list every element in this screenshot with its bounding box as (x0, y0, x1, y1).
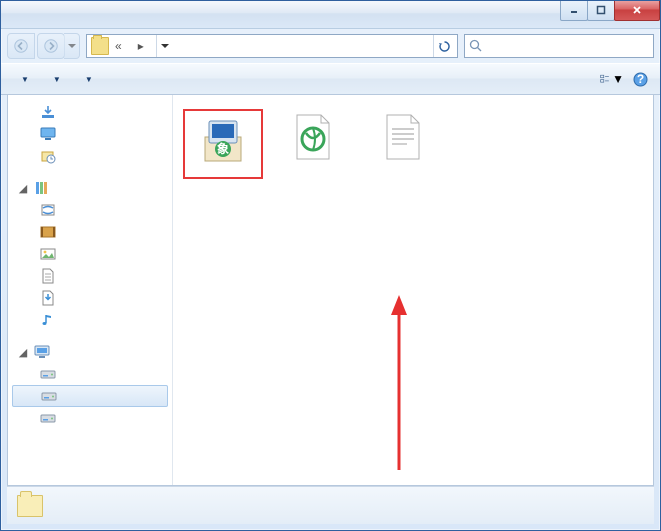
exe-icon: 象 (199, 117, 247, 165)
tree-downloads[interactable] (8, 101, 172, 123)
tree-disk-c[interactable] (8, 363, 172, 385)
tree-recent[interactable] (8, 145, 172, 167)
chevron-right-icon: ▸ (134, 39, 148, 53)
address-bar: « ▸ (1, 29, 660, 63)
share-menu[interactable]: ▼ (73, 72, 101, 87)
tree-documents[interactable] (8, 265, 172, 287)
file-pane[interactable]: 象 (173, 95, 653, 485)
drive-icon (40, 366, 56, 382)
drive-icon (40, 410, 56, 426)
desktop-icon (40, 126, 56, 142)
organize-menu[interactable]: ▼ (9, 72, 37, 87)
explorer-window: « ▸ ▼ ▼ ▼ ▼ ? ◢ (0, 0, 661, 531)
xunlei-icon (40, 290, 56, 306)
tree-music[interactable] (8, 309, 172, 331)
computer-icon (34, 344, 50, 360)
breadcrumb[interactable]: « ▸ (86, 34, 458, 58)
maximize-button[interactable] (587, 1, 615, 21)
include-menu[interactable]: ▼ (41, 72, 69, 87)
forward-button[interactable] (37, 33, 65, 59)
body: ◢ ◢ 象 (7, 95, 654, 486)
search-input[interactable] (487, 39, 649, 53)
collapse-icon[interactable]: ◢ (18, 347, 28, 357)
search-box[interactable] (464, 34, 654, 58)
tree-desktop[interactable] (8, 123, 172, 145)
search-icon (469, 39, 483, 53)
file-item-html[interactable] (273, 109, 353, 169)
video-icon (40, 224, 56, 240)
tree-libraries[interactable]: ◢ (8, 177, 172, 199)
file-item-txt[interactable] (363, 109, 443, 169)
txt-icon (379, 113, 427, 161)
history-dropdown[interactable] (64, 33, 80, 59)
tree-xunlei[interactable] (8, 287, 172, 309)
view-menu[interactable]: ▼ (600, 67, 624, 91)
document-icon (40, 268, 56, 284)
recent-icon (40, 148, 56, 164)
tree-videos[interactable] (8, 221, 172, 243)
toolbar: ▼ ▼ ▼ ▼ ? (1, 63, 660, 95)
music-icon (40, 312, 56, 328)
back-button[interactable] (7, 33, 35, 59)
file-item-exe[interactable]: 象 (183, 109, 263, 179)
folder-icon (17, 495, 43, 517)
collapse-icon[interactable]: ◢ (18, 183, 28, 193)
newfolder-button[interactable] (105, 76, 121, 82)
tree-subversion[interactable] (8, 199, 172, 221)
pictures-icon (40, 246, 56, 262)
status-bar (7, 486, 654, 524)
breadcrumb-dropdown[interactable] (156, 35, 174, 57)
nav-tree[interactable]: ◢ ◢ (8, 95, 173, 485)
drive-icon (41, 388, 57, 404)
chevron-right-icon: « (111, 39, 126, 53)
folder-icon (91, 37, 109, 55)
titlebar (1, 1, 660, 29)
minimize-button[interactable] (560, 1, 588, 21)
close-button[interactable] (614, 1, 660, 21)
tree-disk-e[interactable] (8, 407, 172, 429)
annotation-arrow (389, 295, 429, 475)
refresh-button[interactable] (433, 35, 455, 57)
tree-disk-d[interactable] (12, 385, 168, 407)
tree-computer[interactable]: ◢ (8, 341, 172, 363)
help-button[interactable]: ? (628, 67, 652, 91)
library-icon (34, 180, 50, 196)
html-icon (289, 113, 337, 161)
download-icon (40, 104, 56, 120)
svg-text:?: ? (636, 72, 643, 86)
svg-text:象: 象 (217, 141, 229, 156)
tree-pictures[interactable] (8, 243, 172, 265)
subversion-icon (40, 202, 56, 218)
